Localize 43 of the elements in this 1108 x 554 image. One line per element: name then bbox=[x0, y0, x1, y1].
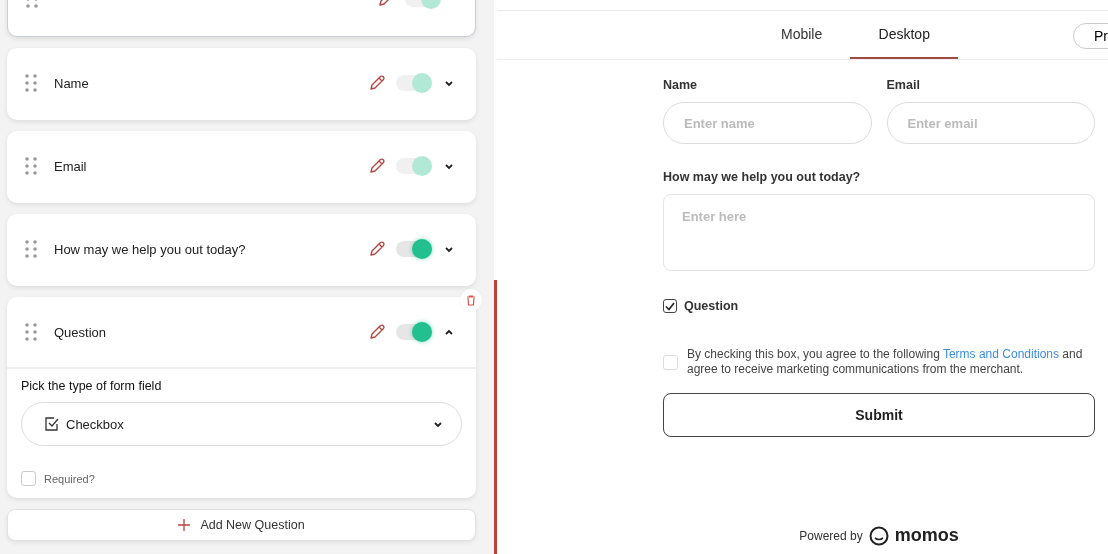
view-tab[interactable]: Desktop bbox=[850, 11, 959, 59]
edit-icon[interactable] bbox=[368, 240, 386, 258]
email-label: Email bbox=[886, 78, 921, 92]
drag-handle-icon[interactable] bbox=[25, 240, 37, 258]
consent-text: By checking this box, you agree to the following Terms and Conditions and agree to receive marketing communications from the merchant. bbox=[687, 347, 1084, 377]
preview-button[interactable]: Pr bbox=[1073, 23, 1108, 49]
help-label: How may we help you out today? bbox=[663, 170, 862, 184]
logo-icon bbox=[868, 525, 889, 546]
add-question-button[interactable]: Add New Question bbox=[7, 509, 476, 541]
toggle-switch[interactable] bbox=[396, 324, 432, 340]
required-label: Required? bbox=[44, 472, 95, 485]
field-type-heading: Pick the type of form field bbox=[21, 379, 163, 393]
drag-handle-icon[interactable] bbox=[25, 323, 37, 341]
question-checkbox[interactable] bbox=[663, 299, 677, 313]
required-checkbox[interactable] bbox=[21, 471, 36, 486]
trash-icon bbox=[466, 294, 476, 306]
chevron-icon[interactable] bbox=[444, 328, 454, 336]
consent-checkbox[interactable] bbox=[663, 354, 678, 370]
checkbox-icon bbox=[44, 416, 60, 432]
chevron-icon[interactable] bbox=[444, 245, 454, 253]
question-label: Question bbox=[54, 324, 107, 340]
edit-icon[interactable] bbox=[368, 157, 386, 175]
drag-handle-icon[interactable] bbox=[25, 157, 37, 175]
plus-icon bbox=[178, 519, 191, 531]
question-label: Name bbox=[54, 75, 89, 91]
terms-link[interactable]: Terms and Conditions bbox=[942, 347, 1059, 361]
delete-button[interactable] bbox=[460, 289, 482, 311]
submit-button[interactable]: Submit bbox=[663, 393, 1095, 437]
view-tab[interactable]: Mobile bbox=[753, 11, 851, 59]
edit-icon[interactable] bbox=[368, 74, 386, 92]
brand-name: momos bbox=[894, 525, 959, 546]
toggle-switch[interactable] bbox=[396, 241, 432, 257]
powered-by-text: Powered by bbox=[799, 528, 863, 543]
name-label: Name bbox=[663, 78, 699, 92]
edit-icon[interactable] bbox=[368, 323, 386, 341]
email-field[interactable]: Enter email bbox=[886, 102, 1095, 144]
drag-handle-icon[interactable] bbox=[25, 74, 37, 92]
help-field[interactable]: Enter here bbox=[663, 194, 1095, 271]
caret-icon bbox=[433, 420, 443, 428]
question-label: Question bbox=[684, 299, 739, 313]
question-label: Email bbox=[54, 158, 87, 174]
question-label: How may we help you out today? bbox=[54, 241, 246, 257]
name-field[interactable]: Enter name bbox=[663, 102, 872, 144]
